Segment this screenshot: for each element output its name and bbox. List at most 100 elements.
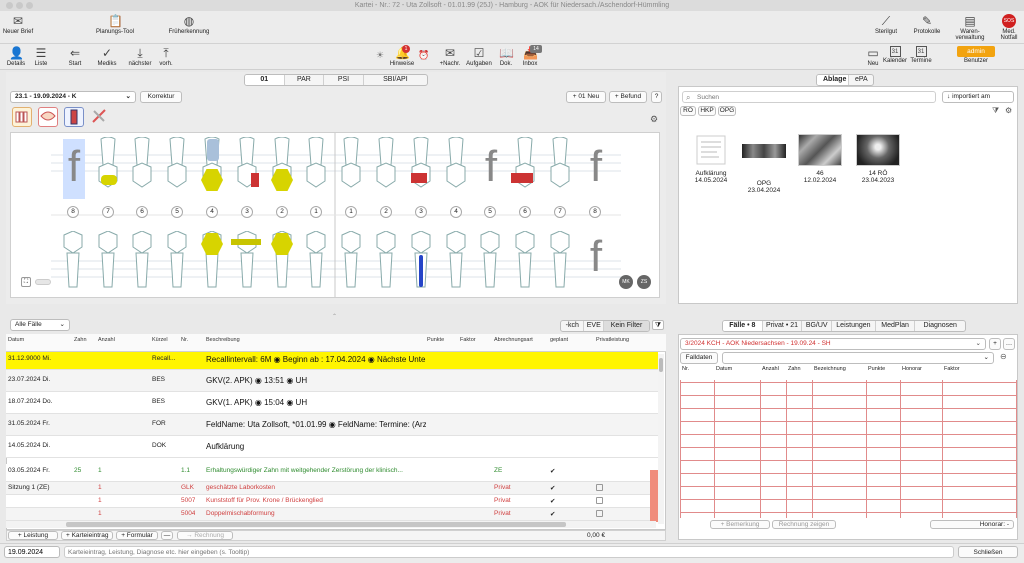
findings-button[interactable]: + Befund <box>609 91 647 103</box>
list-button[interactable]: ☰ Liste <box>30 46 52 67</box>
sterile-goods-button[interactable]: ⟋ Sterilgut <box>870 14 902 35</box>
denture-icon[interactable] <box>38 107 58 127</box>
thumbnail-opg[interactable]: OPG 23.04.2024 <box>740 134 788 194</box>
lower-tooth[interactable] <box>478 230 502 291</box>
mediks-button[interactable]: ✓ Mediks <box>94 46 120 67</box>
implant-icon[interactable] <box>64 107 84 127</box>
invoice-button[interactable]: → Rechnung <box>177 531 233 540</box>
filter-eve[interactable]: EVE <box>584 321 605 331</box>
lower-tooth[interactable] <box>513 230 537 291</box>
missing-tooth-mark[interactable]: f <box>585 139 607 199</box>
dentition-icon[interactable] <box>12 107 32 127</box>
table-row[interactable]: 31.12.9000 Mi. Recall... Recallintervall… <box>6 352 658 370</box>
documents-button[interactable]: 📖 Dok. <box>496 46 516 67</box>
add-remark-button[interactable]: + Bemerkung <box>710 520 770 529</box>
lower-tooth[interactable] <box>130 230 154 291</box>
search-input[interactable] <box>697 92 933 102</box>
alarm-clock-icon[interactable]: ⏰ <box>418 50 429 61</box>
filling-mark[interactable] <box>251 173 259 187</box>
cases-select[interactable]: Alle Fälle ⌄ <box>10 319 70 331</box>
implant-mark[interactable] <box>207 139 219 161</box>
tab-epa[interactable]: ePA <box>849 75 873 85</box>
thumbnail-14-roe[interactable]: 14 RÖ 23.04.2023 <box>854 134 902 184</box>
scrollbar-thumb[interactable] <box>659 358 663 372</box>
upper-tooth[interactable] <box>409 136 433 201</box>
table-scrollbar[interactable] <box>658 354 664 524</box>
minimize-window-dot[interactable] <box>16 2 23 9</box>
start-button[interactable]: ⇐ Start <box>60 46 90 67</box>
chip-opg[interactable]: OPG <box>718 106 736 116</box>
add-service-button[interactable]: + Leistung <box>8 531 58 540</box>
lower-tooth[interactable] <box>339 230 363 291</box>
tab-01[interactable]: 01 <box>245 75 285 85</box>
more-button[interactable]: … <box>1003 338 1015 350</box>
case-data-button[interactable]: Falldaten <box>680 352 718 364</box>
missing-tooth-mark[interactable]: f <box>585 229 607 289</box>
inventory-button[interactable]: ▤ Waren-verwaltung <box>952 14 988 41</box>
sort-select[interactable]: ↓ importiert am <box>942 91 1014 103</box>
table-row[interactable]: 18.07.2024 Do. BES GKV(1. APK) ◉ 15:04 ◉… <box>6 392 658 414</box>
planned-check[interactable]: ✔ <box>550 484 555 492</box>
tab-ablage[interactable]: Ablage <box>817 75 849 85</box>
scrollbar-thumb[interactable] <box>66 522 566 527</box>
missing-tooth-mark[interactable]: f <box>63 139 85 199</box>
table-row[interactable]: Sitzung 1 (ZE) 1 GLK geschätzte Laborkos… <box>6 482 658 495</box>
tab-leistungen[interactable]: Leistungen <box>832 321 876 331</box>
entry-input[interactable] <box>64 546 954 558</box>
tab-faelle[interactable]: Fälle • 8 <box>723 321 763 331</box>
upper-tooth[interactable] <box>96 136 120 201</box>
filter-none[interactable]: Kein Filter <box>604 321 649 331</box>
close-button[interactable]: Schließen <box>958 546 1018 558</box>
filter-icon[interactable]: ⧩ <box>652 320 664 330</box>
tab-psi[interactable]: PSI <box>324 75 364 85</box>
upper-tooth[interactable] <box>444 136 468 201</box>
root-canal-mark[interactable] <box>419 255 423 287</box>
upper-tooth[interactable] <box>513 136 537 201</box>
lower-tooth[interactable] <box>374 230 398 291</box>
lower-tooth[interactable] <box>96 230 120 291</box>
planned-check[interactable]: ✔ <box>550 497 555 505</box>
lower-tooth[interactable] <box>548 230 572 291</box>
lower-tooth[interactable] <box>165 230 189 291</box>
thumbnail-aufklaerung[interactable]: Aufklärung 14.05.2024 <box>688 134 734 184</box>
table-row[interactable]: 1 5007 Kunststoff für Prov. Krone / Brüc… <box>6 495 658 508</box>
filter-kch[interactable]: -kch <box>561 321 585 331</box>
protocols-button[interactable]: ✎ Protokolle <box>910 14 944 35</box>
previous-button[interactable]: ⤒ vorh. <box>156 46 176 67</box>
table-row[interactable]: 1 5004 Doppelmischabformung Privat ✔ <box>6 508 658 521</box>
tab-medplan[interactable]: MedPlan <box>876 321 916 331</box>
new-letter-button[interactable]: ✉ Neuer Brief <box>2 14 34 35</box>
zoom-slider[interactable] <box>35 279 51 285</box>
findings-select[interactable]: 23.1 - 19.09.2024 - K ⌄ <box>10 91 136 103</box>
table-row[interactable]: 03.05.2024 Fr. 25 1 1.1 Erhaltungswürdig… <box>6 464 658 482</box>
new-01-button[interactable]: + 01 Neu <box>566 91 606 103</box>
fullscreen-icon[interactable]: ⛶ <box>21 277 31 287</box>
bridge-pontic[interactable] <box>231 239 261 245</box>
calendar-button[interactable]: 31 Kalender <box>882 46 908 64</box>
planned-check[interactable]: ✔ <box>550 467 555 475</box>
planned-check[interactable]: ✔ <box>550 510 555 518</box>
planning-tool-button[interactable]: 📋 Planungs-Tool <box>92 14 138 35</box>
private-checkbox[interactable] <box>596 497 603 504</box>
private-checkbox[interactable] <box>596 510 603 517</box>
table-row[interactable]: 31.05.2024 Fr. FOR FeldName: Uta Zollsof… <box>6 414 658 436</box>
upper-tooth[interactable] <box>165 136 189 201</box>
add-form-button[interactable]: + Formular <box>116 531 158 540</box>
upper-tooth[interactable] <box>548 136 572 201</box>
lower-tooth[interactable] <box>304 230 328 291</box>
tab-sbi-api[interactable]: SBI/API <box>364 75 427 85</box>
gear-icon[interactable]: ⚙ <box>650 114 658 125</box>
new-message-button[interactable]: ✉ +Nachr. <box>436 46 464 67</box>
case-detail-select[interactable]: ⌄ <box>722 352 994 364</box>
splitter-handle[interactable]: ⌃ <box>332 313 337 320</box>
upper-tooth[interactable] <box>304 136 328 201</box>
tab-diagnosen[interactable]: Diagnosen <box>915 321 965 331</box>
filling-mark[interactable] <box>511 173 533 183</box>
upper-tooth[interactable] <box>374 136 398 201</box>
tab-bg-uv[interactable]: BG/UV <box>802 321 833 331</box>
filling-mark[interactable] <box>101 175 117 185</box>
chip-roe[interactable]: RÖ <box>680 106 696 116</box>
new-appointment-button[interactable]: ▭ Neu <box>864 46 882 67</box>
close-window-dot[interactable] <box>6 2 13 9</box>
remove-button[interactable]: — <box>161 531 173 540</box>
